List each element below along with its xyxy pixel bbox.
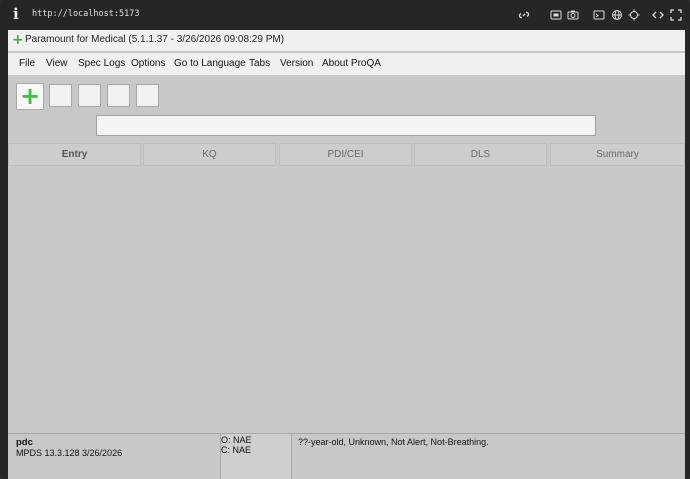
camera-icon[interactable] (567, 9, 579, 21)
window-title: Paramount for Medical (5.1.1.37 - 3/26/2… (25, 34, 285, 45)
search-input[interactable] (96, 115, 596, 136)
plus-icon: + (19, 82, 41, 110)
status-code-panel: O: NAE C: NAE (220, 434, 292, 479)
menu-about-proqa[interactable]: About ProQA (322, 58, 381, 69)
info-icon[interactable]: i (13, 6, 23, 22)
menu-version[interactable]: Version (280, 58, 313, 69)
menu-options[interactable]: Options (131, 58, 165, 69)
tab-summary[interactable]: Summary (550, 143, 685, 166)
menu-spec-logs[interactable]: Spec Logs (78, 58, 125, 69)
status-current-code: C: NAE (221, 445, 252, 455)
menu-view[interactable]: View (46, 58, 68, 69)
terminal-icon[interactable] (593, 9, 605, 21)
tab-entry[interactable]: Entry (8, 143, 141, 166)
status-bar: pdc MPDS 13.3.128 3/26/2026 O: NAE C: NA… (8, 433, 685, 479)
toolbar-button-2[interactable] (78, 84, 101, 107)
tab-strip: Entry KQ PDI/CEI DLS Summary (8, 143, 685, 167)
title-bar: + Paramount for Medical (5.1.1.37 - 3/26… (8, 30, 685, 52)
status-patient-summary: ??-year-old, Unknown, Not Alert, Not-Bre… (298, 437, 489, 447)
link-icon[interactable] (518, 9, 530, 21)
plus-icon: + (12, 32, 24, 48)
menu-tabs[interactable]: Tabs (249, 58, 270, 69)
globe-icon[interactable] (611, 9, 623, 21)
status-version: MPDS 13.3.128 3/26/2026 (16, 448, 123, 458)
toolbar: + (8, 75, 685, 142)
add-button[interactable]: + (16, 83, 44, 110)
browser-toolbar: i http://localhost:5173 (0, 0, 690, 30)
tab-pdi-cei[interactable]: PDI/CEI (279, 143, 412, 166)
status-user: pdc (16, 437, 33, 448)
tab-dls[interactable]: DLS (414, 143, 547, 166)
status-user-panel: pdc MPDS 13.3.128 3/26/2026 (8, 434, 220, 479)
menu-go-to-language[interactable]: Go to Language (174, 58, 246, 69)
toolbar-button-3[interactable] (107, 84, 130, 107)
screen-capture-icon[interactable] (550, 9, 562, 21)
tab-kq[interactable]: KQ (143, 143, 276, 166)
expand-icon[interactable] (670, 9, 682, 21)
status-origin-code: O: NAE (221, 435, 252, 445)
tab-content (8, 167, 685, 433)
crosshair-icon[interactable] (628, 9, 640, 21)
code-icon[interactable] (652, 9, 664, 21)
browser-frame: i http://localhost:5173 + Paramount for … (0, 0, 690, 479)
toolbar-button-1[interactable] (49, 84, 72, 107)
app-window: + Paramount for Medical (5.1.1.37 - 3/26… (8, 30, 685, 479)
menu-file[interactable]: File (19, 58, 35, 69)
menu-bar: File View Spec Logs Options Go to Langua… (8, 53, 685, 75)
toolbar-button-4[interactable] (136, 84, 159, 107)
address-bar[interactable]: http://localhost:5173 (32, 9, 139, 19)
